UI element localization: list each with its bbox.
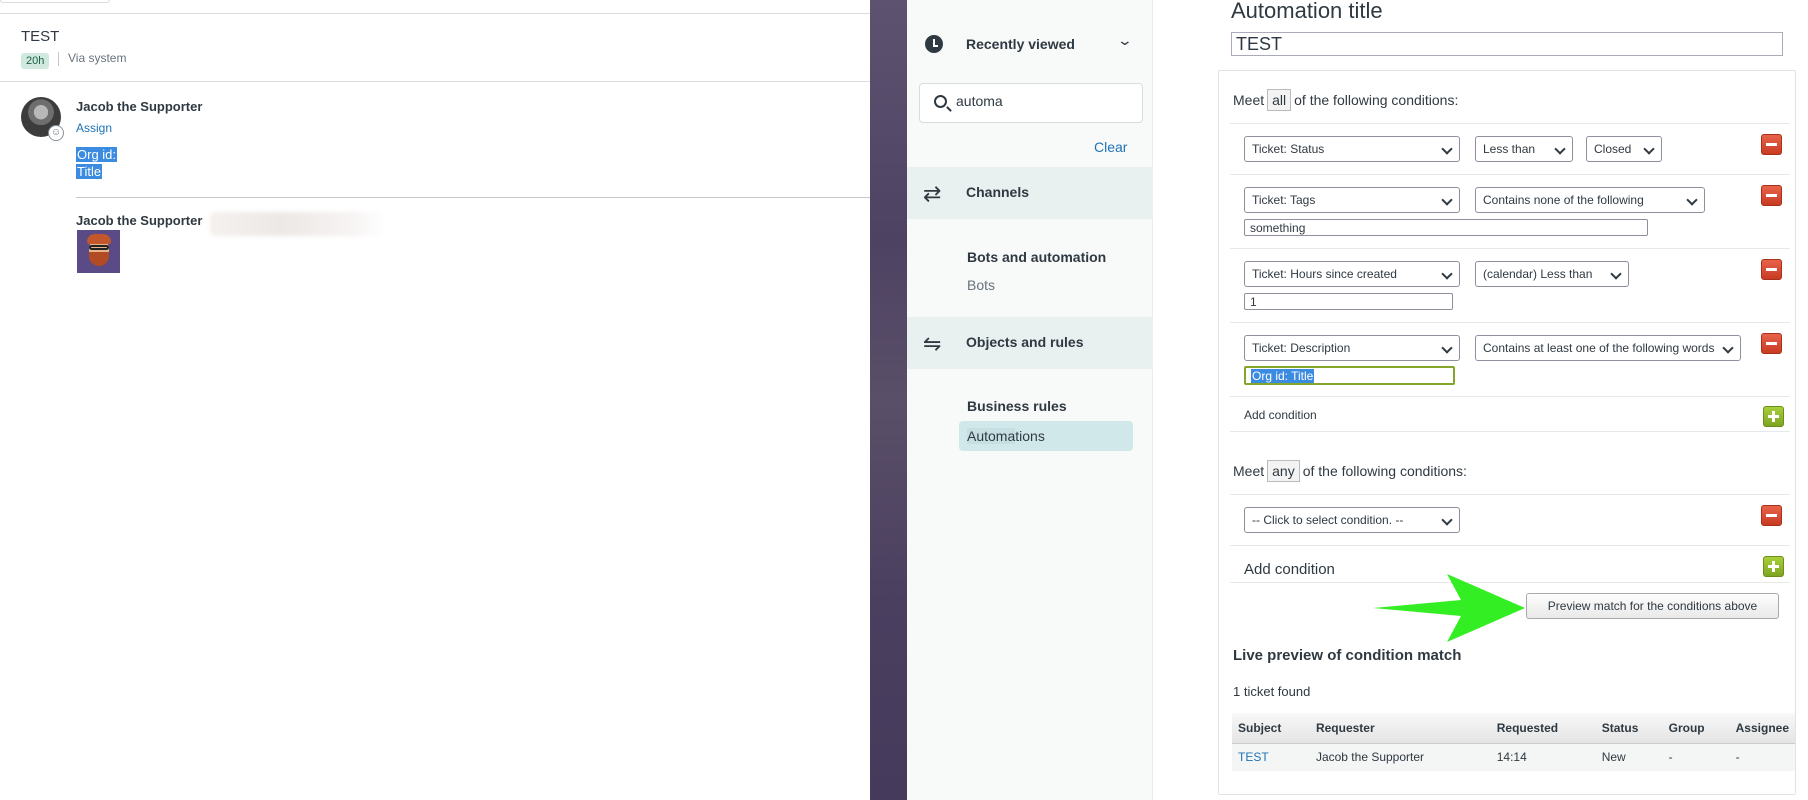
comment-author[interactable]: Jacob the Supporter <box>76 213 202 228</box>
preview-match-button[interactable]: Preview match for the conditions above <box>1526 593 1779 619</box>
nav-section-label: Channels <box>966 184 1030 200</box>
divider <box>1230 431 1790 432</box>
divider <box>0 13 870 14</box>
condition-operator-select[interactable]: Less than <box>1475 136 1573 162</box>
automation-title-input[interactable] <box>1231 32 1783 56</box>
ticket-pane: TEST 20h Via system ☺ Jacob the Supporte… <box>0 0 870 800</box>
ticket-title: TEST <box>21 28 60 45</box>
column-header[interactable]: Assignee <box>1729 713 1795 744</box>
nav-search[interactable] <box>919 83 1143 123</box>
nav-item-automations[interactable]: Automations <box>959 421 1133 451</box>
divider <box>1230 248 1790 249</box>
add-condition-label: Add condition <box>1244 408 1317 422</box>
nav-subheading: Business rules <box>967 398 1067 414</box>
table-row: TEST Jacob the Supporter 14:14 New - - <box>1232 743 1795 771</box>
any-condition-select[interactable]: -- Click to select condition. -- <box>1244 507 1460 533</box>
table-cell: Jacob the Supporter <box>1309 743 1491 771</box>
condition-text-input[interactable]: 1 <box>1244 293 1453 310</box>
condition-value-select[interactable]: Closed <box>1586 136 1662 162</box>
condition-field-select[interactable]: Ticket: Hours since created <box>1244 261 1460 287</box>
admin-nav: Recently viewed ⌄ Clear ⇄ Channels Bots … <box>907 0 1153 800</box>
add-condition-label: Add condition <box>1244 561 1335 578</box>
arrows-swap-icon: ⇄ <box>923 181 942 206</box>
divider <box>76 197 870 198</box>
search-input[interactable] <box>956 93 1126 109</box>
table-header-row: Subject Requester Requested Status Group… <box>1232 713 1795 744</box>
column-header[interactable]: Group <box>1662 713 1730 744</box>
meet-any-label: Meet any of the following conditions: <box>1233 460 1467 482</box>
divider <box>1230 396 1790 397</box>
condition-text-input[interactable]: something <box>1244 219 1648 236</box>
table-cell: 14:14 <box>1490 743 1596 771</box>
column-header[interactable]: Status <box>1595 713 1663 744</box>
tab-stub[interactable] <box>0 0 110 3</box>
automation-form: Automation title Meetallof the following… <box>1153 0 1808 800</box>
remove-condition-button[interactable] <box>1761 134 1782 155</box>
objects-rules-icon: ⇋ <box>923 331 942 356</box>
age-badge: 20h <box>21 53 50 69</box>
table-cell: - <box>1729 743 1795 771</box>
comment-author[interactable]: Jacob the Supporter <box>76 99 202 114</box>
recently-viewed-label: Recently viewed <box>966 36 1075 52</box>
divider <box>1230 322 1790 323</box>
condition-field-select[interactable]: Ticket: Tags <box>1244 187 1460 213</box>
divider <box>1230 123 1790 124</box>
nav-section-objects-and-rules[interactable]: ⇋ Objects and rules <box>907 317 1153 369</box>
condition-operator-select[interactable]: (calendar) Less than <box>1475 261 1629 287</box>
search-icon <box>934 95 947 108</box>
divider <box>1230 494 1790 495</box>
meet-all-label: Meet all of the following conditions: <box>1233 89 1458 111</box>
chevron-down-icon: ⌄ <box>1116 32 1134 48</box>
condition-text-input[interactable]: Org id: Title <box>1244 366 1455 385</box>
clear-link[interactable]: Clear <box>1094 139 1127 155</box>
divider <box>58 52 59 66</box>
ticket-subject-link[interactable]: TEST <box>1238 750 1269 764</box>
automation-title-label: Automation title <box>1231 0 1383 23</box>
assign-link[interactable]: Assign <box>76 121 112 135</box>
divider <box>1230 174 1790 175</box>
divider <box>0 81 870 82</box>
remove-condition-button[interactable] <box>1761 505 1782 526</box>
search-highlight: Automa <box>967 428 1016 444</box>
nav-section-label: Objects and rules <box>966 334 1084 350</box>
results-table: Subject Requester Requested Status Group… <box>1232 713 1795 771</box>
tickets-found-count: 1 ticket found <box>1233 684 1311 699</box>
condition-operator-select[interactable]: Contains at least one of the following w… <box>1475 335 1741 361</box>
nav-section-channels[interactable]: ⇄ Channels <box>907 167 1153 219</box>
green-arrow-annotation <box>1373 574 1525 642</box>
column-header[interactable]: Requester <box>1309 713 1491 744</box>
condition-field-select[interactable]: Ticket: Status <box>1244 136 1460 162</box>
any-pill: any <box>1267 460 1300 482</box>
nav-item-bots[interactable]: Bots <box>967 277 995 293</box>
condition-field-select[interactable]: Ticket: Description <box>1244 335 1460 361</box>
remove-condition-button[interactable] <box>1761 259 1782 280</box>
nav-item-label: tions <box>1015 428 1045 444</box>
all-pill: all <box>1267 89 1292 111</box>
column-header[interactable]: Requested <box>1490 713 1596 744</box>
table-cell: - <box>1662 743 1730 771</box>
redacted-area <box>210 212 385 236</box>
background-strip <box>870 0 907 800</box>
condition-operator-select[interactable]: Contains none of the following <box>1475 187 1705 213</box>
avatar[interactable] <box>77 230 120 273</box>
clock-icon <box>925 35 943 53</box>
via-label: Via system <box>68 51 127 65</box>
add-condition-button[interactable] <box>1763 406 1784 427</box>
recently-viewed-toggle[interactable]: Recently viewed ⌄ <box>907 26 1153 62</box>
live-preview-heading: Live preview of condition match <box>1233 647 1462 664</box>
column-header[interactable]: Subject <box>1232 713 1310 744</box>
nav-subheading: Bots and automation <box>967 249 1107 265</box>
comment-text: Org id: <box>76 147 118 162</box>
selected-text: Org id: Title <box>1251 369 1315 383</box>
add-condition-button[interactable] <box>1763 556 1784 577</box>
comment-text: Title <box>76 164 103 179</box>
remove-condition-button[interactable] <box>1761 185 1782 206</box>
agent-icon: ☺ <box>48 125 64 141</box>
remove-condition-button[interactable] <box>1761 333 1782 354</box>
divider <box>1230 545 1790 546</box>
table-cell: New <box>1595 743 1663 771</box>
